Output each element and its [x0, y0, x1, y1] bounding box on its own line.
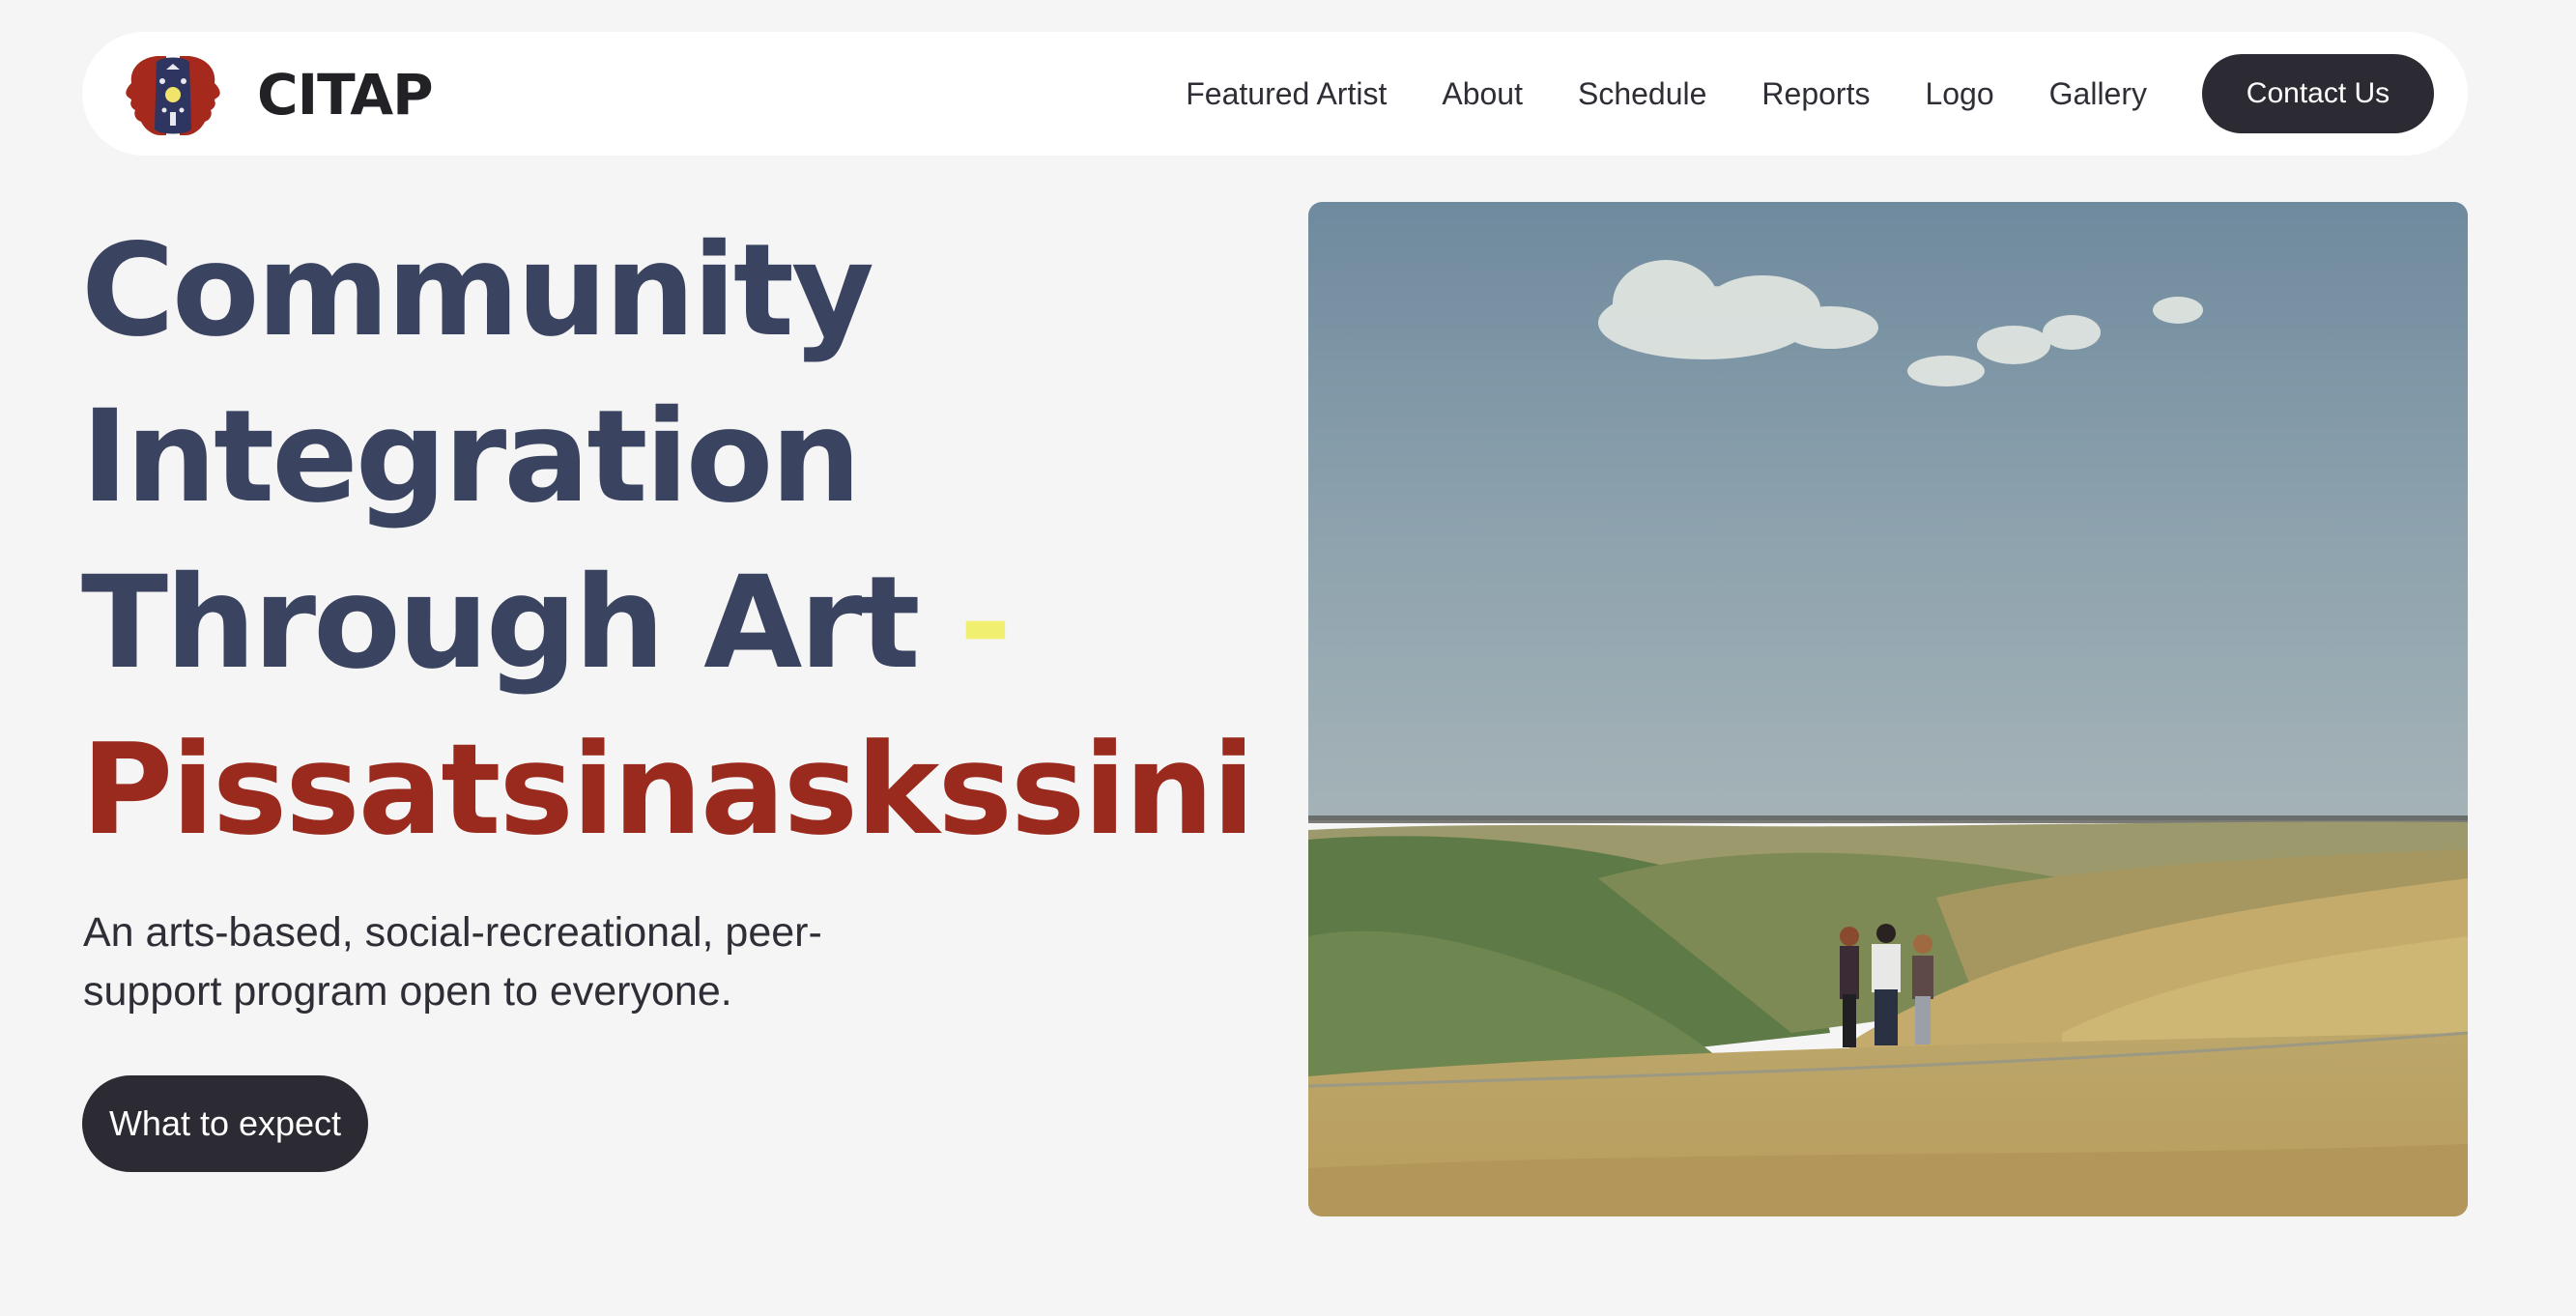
prairie-landscape-photo-icon — [1308, 202, 2468, 1216]
headline-line-community: Community — [81, 216, 874, 365]
site-header: CITAP Featured Artist About Schedule Rep… — [82, 32, 2468, 156]
headline-dash: - — [959, 549, 1013, 698]
what-to-expect-button[interactable]: What to expect — [82, 1075, 368, 1172]
nav-about[interactable]: About — [1442, 76, 1523, 112]
brand[interactable]: CITAP — [118, 53, 434, 136]
main-nav: Featured Artist About Schedule Reports L… — [1186, 53, 2434, 134]
native-title: Pissatsinaskssini — [81, 716, 1255, 863]
contact-us-button[interactable]: Contact Us — [2202, 54, 2434, 133]
headline-line-through-art: Through Art - — [81, 540, 1253, 706]
headline-through-art-text: Through Art — [81, 549, 921, 698]
headline-line-integration: Integration — [81, 383, 861, 531]
nav-featured-artist[interactable]: Featured Artist — [1186, 76, 1387, 112]
nav-reports[interactable]: Reports — [1761, 76, 1870, 112]
twin-face-profile-logo-icon — [126, 56, 220, 135]
nav-gallery[interactable]: Gallery — [2049, 76, 2147, 112]
nav-logo[interactable]: Logo — [1925, 76, 1993, 112]
hero-subtext: An arts-based, social-recreational, peer… — [83, 909, 822, 1015]
hero-headline: Community Integration Through Art - Piss… — [81, 208, 1255, 873]
brand-name: CITAP — [257, 62, 434, 128]
nav-schedule[interactable]: Schedule — [1578, 76, 1706, 112]
